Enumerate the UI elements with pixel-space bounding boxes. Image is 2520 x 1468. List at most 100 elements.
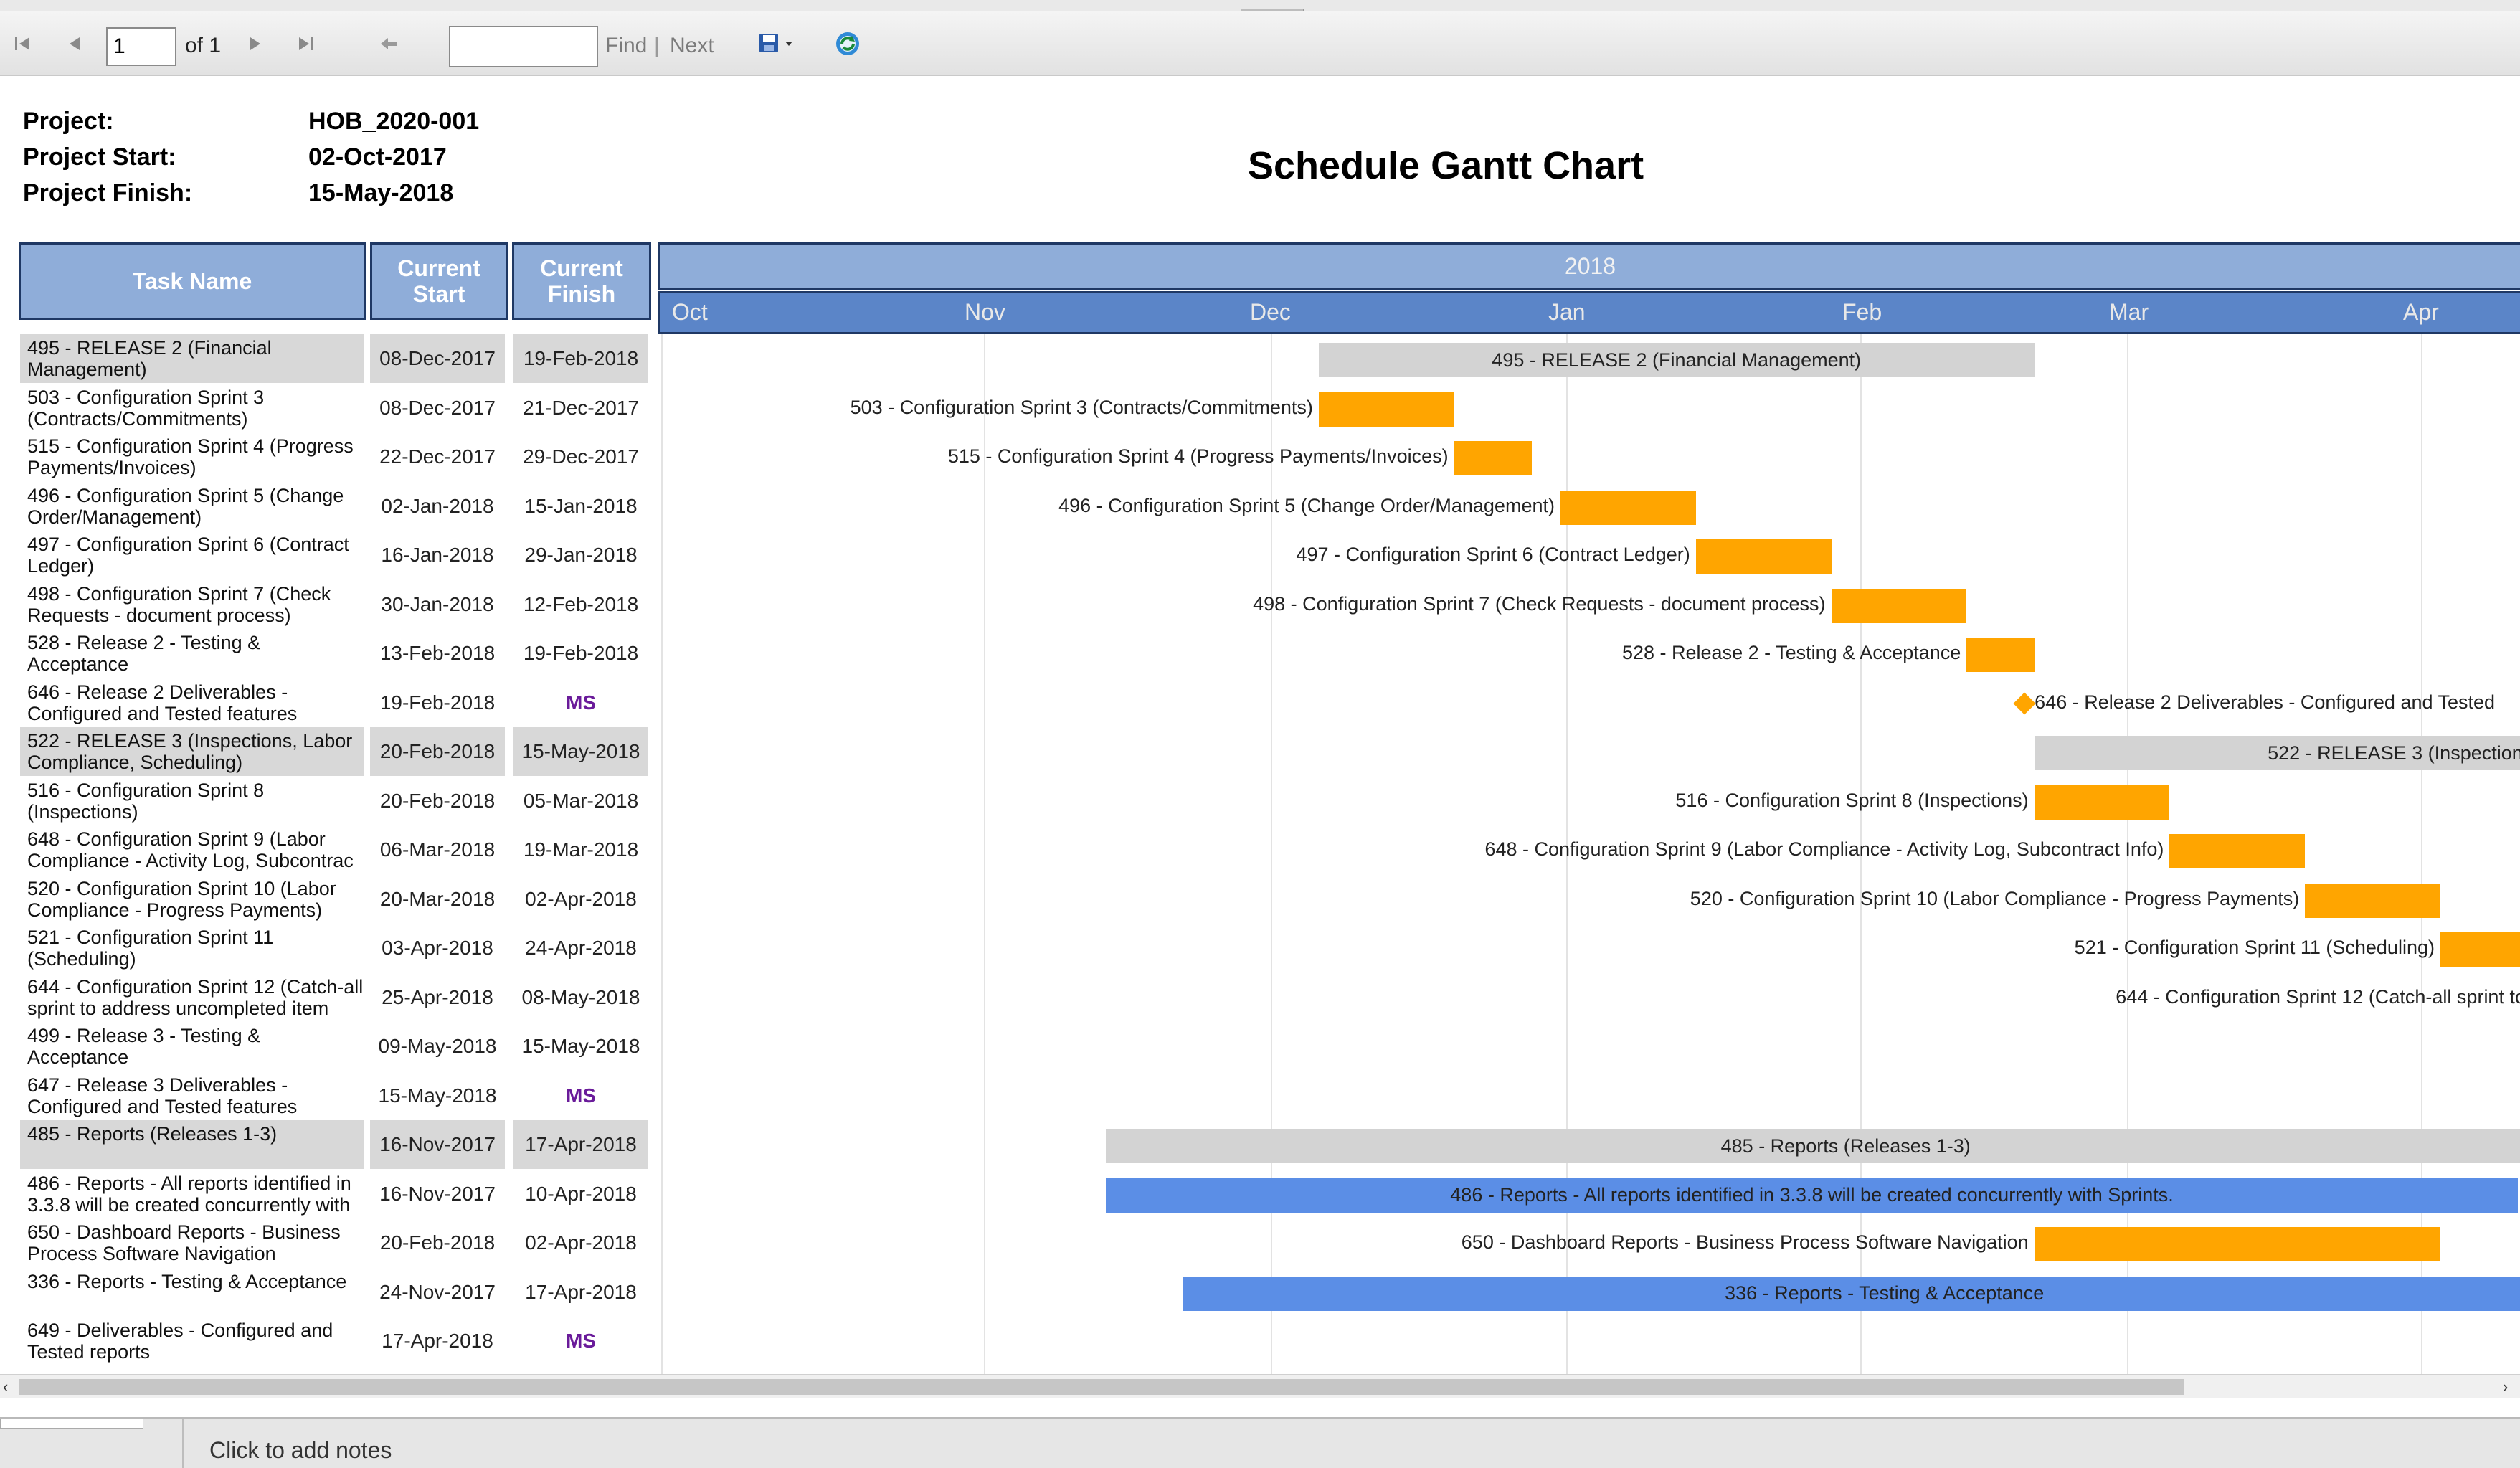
start-date-cell: 16-Jan-2018 [381,544,494,566]
page-number-input[interactable] [106,27,176,66]
report-title: Schedule Gantt Chart [1248,144,1644,187]
milestone-marker: MS [566,1330,596,1352]
start-date-cell: 17-Apr-2018 [382,1330,493,1352]
task-row[interactable]: 650 - Dashboard Reports - Business Proce… [0,1218,2520,1267]
task-row[interactable]: 647 - Release 3 Deliverables - Configure… [0,1071,2520,1120]
task-row[interactable]: 516 - Configuration Sprint 8 (Inspection… [0,777,2520,825]
start-date-cell: 02-Jan-2018 [381,494,494,517]
task-row[interactable]: 521 - Configuration Sprint 11 (Schedulin… [0,924,2520,972]
current-finish-header: Current Finish [512,242,651,320]
finish-date-cell: 12-Feb-2018 [523,592,639,615]
find-next-link[interactable]: Next [670,34,714,58]
next-page-icon[interactable] [241,11,270,76]
summary-row[interactable]: 485 - Reports (Releases 1-3) 16-Nov-2017 1… [0,1120,2520,1169]
task-row[interactable]: 336 - Reports - Testing & Acceptance 24-N… [0,1268,2520,1317]
refresh-icon[interactable] [829,11,866,76]
task-name-cell: 646 - Release 2 Deliverables - Configure… [27,681,298,724]
task-bar[interactable] [1318,392,1454,427]
notes-placeholder[interactable]: Click to add notes [209,1437,392,1464]
task-name-cell: 520 - Configuration Sprint 10 (Labor Com… [27,877,336,921]
scroll-left-icon[interactable]: ‹ [3,1378,8,1396]
finish-date-cell: 15-May-2018 [513,727,648,776]
task-row[interactable]: 648 - Configuration Sprint 9 (Labor Comp… [0,825,2520,874]
finish-date-cell: 21-Dec-2017 [523,396,639,419]
milestone-diamond-icon[interactable] [2013,691,2036,715]
task-row[interactable]: 646 - Release 2 Deliverables - Configure… [0,678,2520,727]
task-bar[interactable] [2034,1227,2440,1261]
task-name-cell: 649 - Deliverables - Configured and Test… [27,1320,333,1363]
task-row[interactable]: 486 - Reports - All reports identified i… [0,1170,2520,1218]
task-bar[interactable] [2305,883,2440,918]
task-bar[interactable] [1831,588,1967,623]
bar-label: 528 - Release 2 - Testing & Acceptance [1621,642,1961,663]
start-date-cell: 16-Nov-2017 [379,1182,496,1205]
task-row[interactable]: 520 - Configuration Sprint 10 (Labor Com… [0,875,2520,924]
scroll-right-icon[interactable]: › [2503,1378,2508,1396]
task-name-cell: 648 - Configuration Sprint 9 (Labor Comp… [27,828,354,871]
task-name-cell: 485 - Reports (Releases 1-3) [20,1120,364,1169]
task-row[interactable]: 528 - Release 2 - Testing & Acceptance 13… [0,629,2520,678]
task-bar[interactable] [1560,490,1696,525]
month-nov: Nov [965,299,1005,325]
task-row[interactable]: 503 - Configuration Sprint 3 (Contracts/… [0,384,2520,432]
task-bar[interactable]: 486 - Reports - All reports identified i… [1106,1178,2518,1213]
task-name-cell: 495 - RELEASE 2 (Financial Management) [20,334,364,383]
task-row[interactable]: 649 - Deliverables - Configured and Test… [0,1317,2520,1365]
task-bar[interactable]: 336 - Reports - Testing & Acceptance [1183,1276,2520,1311]
start-date-cell: 25-Apr-2018 [382,985,493,1008]
task-name-cell: 499 - Release 3 - Testing & Acceptance [27,1025,261,1068]
month-mar: Mar [2109,299,2149,325]
bar-label: 522 - RELEASE 3 (Inspections, Labor Co [2268,742,2520,764]
task-bar[interactable] [1966,638,2035,672]
bar-label: 650 - Dashboard Reports - Business Proce… [1461,1231,2029,1253]
last-page-icon[interactable] [290,11,321,76]
summary-row[interactable]: 522 - RELEASE 3 (Inspections, Labor Comp… [0,727,2520,776]
finish-date-cell: 10-Apr-2018 [525,1182,637,1205]
task-name-cell: 498 - Configuration Sprint 7 (Check Requ… [27,582,331,626]
project-label: Project: [23,108,114,135]
start-date-cell: 22-Dec-2017 [379,445,496,468]
task-row[interactable]: 496 - Configuration Sprint 5 (Change Ord… [0,482,2520,531]
find-input[interactable] [449,26,598,67]
back-icon[interactable] [373,11,404,76]
page-count-label: of 1 [185,34,222,57]
task-bar[interactable] [1454,441,1532,475]
task-name-cell: 528 - Release 2 - Testing & Acceptance [27,632,261,675]
start-date-cell: 30-Jan-2018 [381,592,494,615]
start-date-cell: 09-May-2018 [378,1035,497,1057]
prev-page-icon[interactable] [60,11,89,76]
task-name-cell: 497 - Configuration Sprint 6 (Contract L… [27,534,349,577]
summary-row[interactable]: 495 - RELEASE 2 (Financial Management) 08… [0,334,2520,383]
summary-bar[interactable]: 495 - RELEASE 2 (Financial Management) [1318,343,2035,377]
task-row[interactable]: 498 - Configuration Sprint 7 (Check Requ… [0,580,2520,629]
task-row[interactable]: 497 - Configuration Sprint 6 (Contract L… [0,531,2520,579]
slide-thumbnail[interactable] [0,1419,143,1429]
task-row[interactable]: 499 - Release 3 - Testing & Acceptance 09… [0,1022,2520,1071]
task-bar[interactable] [2169,834,2306,868]
task-name-cell: 486 - Reports - All reports identified i… [27,1172,351,1216]
task-bar[interactable] [2034,785,2170,820]
export-icon[interactable] [753,11,803,76]
summary-bar[interactable]: 485 - Reports (Releases 1-3) [1106,1129,2520,1163]
bar-label: 497 - Configuration Sprint 6 (Contract L… [1296,544,1690,565]
first-page-icon[interactable] [7,11,39,76]
task-name-cell: 650 - Dashboard Reports - Business Proce… [27,1221,341,1264]
notes-pane: Click to add notes [0,1417,2520,1468]
finish-date-cell: 19-Mar-2018 [523,838,639,861]
summary-bar[interactable]: 522 - RELEASE 3 (Inspections, Labor Co [2034,736,2520,770]
scrollbar-thumb[interactable] [19,1379,2184,1395]
horizontal-scrollbar[interactable]: ‹ › [0,1374,2520,1398]
month-apr: Apr [2403,299,2439,325]
gantt-rows: 495 - RELEASE 2 (Financial Management) 08… [0,334,2520,1374]
project-value: HOB_2020-001 [308,108,480,135]
task-row[interactable]: 515 - Configuration Sprint 4 (Progress P… [0,432,2520,481]
find-link[interactable]: Find [605,34,647,58]
task-bar[interactable] [1695,539,1832,574]
milestone-marker: MS [566,691,596,714]
task-bar[interactable] [2440,932,2520,967]
task-name-cell: 521 - Configuration Sprint 11 (Schedulin… [27,927,274,970]
task-row[interactable]: 644 - Configuration Sprint 12 (Catch-all… [0,973,2520,1022]
bar-label: 516 - Configuration Sprint 8 (Inspection… [1675,789,2029,811]
bar-label: 495 - RELEASE 2 (Financial Management) [1492,349,1862,371]
project-finish-label: Project Finish: [23,179,193,207]
